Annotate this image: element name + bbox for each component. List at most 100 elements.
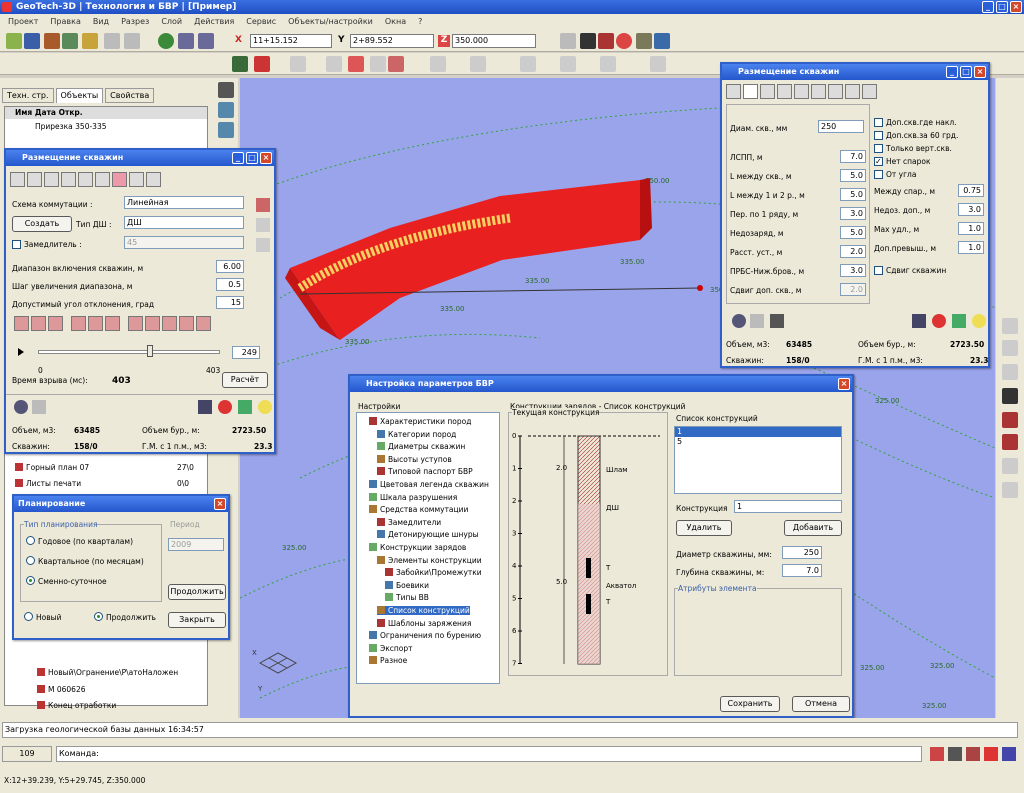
zoom-in-icon[interactable] (178, 33, 194, 49)
hammer-icon[interactable] (770, 314, 784, 328)
action-1-icon[interactable] (14, 316, 29, 331)
tool-f-icon[interactable] (430, 56, 446, 72)
tool-j-icon[interactable] (600, 56, 616, 72)
calculate-button[interactable]: Расчёт (222, 372, 268, 388)
plan-type-radio[interactable] (26, 556, 35, 565)
chart-icon[interactable] (952, 314, 966, 328)
menu-item[interactable]: Проект (8, 14, 38, 30)
tree-item[interactable]: Список конструкций (377, 606, 470, 615)
action-10-icon[interactable] (179, 316, 194, 331)
action-2-icon[interactable] (31, 316, 46, 331)
select-icon[interactable] (218, 102, 234, 118)
close-button[interactable]: × (214, 498, 226, 510)
tree-item[interactable]: Шкала разрушения (369, 492, 457, 502)
pattern-icon[interactable] (743, 84, 758, 99)
line-icon[interactable] (256, 238, 270, 252)
minimize-button[interactable]: _ (232, 152, 244, 164)
delay-select[interactable]: 45 (124, 236, 244, 249)
param-field[interactable]: 7.0 (840, 150, 866, 163)
param-field[interactable]: 3.0 (840, 207, 866, 220)
drill-icon[interactable] (254, 56, 270, 72)
tree-item[interactable]: Цветовая легенда скважин (369, 480, 489, 489)
tool-b-icon[interactable] (326, 56, 342, 72)
wave-icon[interactable] (750, 314, 764, 328)
tree-item[interactable]: Конструкции зарядов (369, 543, 466, 552)
menu-item[interactable]: Разрез (121, 14, 149, 30)
bulb-icon[interactable] (258, 400, 272, 414)
pattern-3-icon[interactable] (777, 84, 792, 99)
grid-icon[interactable] (726, 84, 741, 99)
tool-r1-icon[interactable] (1002, 318, 1018, 334)
tree-item[interactable]: Боевики (385, 580, 429, 590)
param-field[interactable]: 5.0 (840, 188, 866, 201)
param-field[interactable]: 5.0 (840, 226, 866, 239)
z-coord-field[interactable]: 350.000 (452, 34, 536, 48)
tool-r8-icon[interactable] (1002, 482, 1018, 498)
slider-value[interactable]: 249 (232, 346, 260, 359)
tree-item[interactable]: Новый\Огранение\Р\атоНаложен (37, 668, 178, 677)
ortho-icon[interactable] (948, 747, 962, 761)
menu-item[interactable]: Объекты/настройки (288, 14, 373, 30)
close-button[interactable]: × (838, 378, 850, 390)
maximize-button[interactable]: □ (246, 152, 258, 164)
tree-item[interactable]: Листы печати (15, 479, 81, 488)
menu-item[interactable]: Правка (50, 14, 80, 30)
period-select[interactable]: 2009 (168, 538, 224, 551)
range-field[interactable]: 6.00 (216, 260, 244, 273)
pillar-icon[interactable] (78, 172, 93, 187)
move-icon[interactable] (218, 122, 234, 138)
menu-item[interactable]: Сервис (246, 14, 276, 30)
pillar-2-icon[interactable] (95, 172, 110, 187)
schema-select[interactable]: Линейная (124, 196, 244, 209)
chart-icon[interactable] (238, 400, 252, 414)
create-button[interactable]: Создать (12, 216, 72, 232)
tree-item[interactable]: М 060626 (37, 685, 86, 694)
action-6-icon[interactable] (105, 316, 120, 331)
refresh-icon[interactable] (158, 33, 174, 49)
minimize-button[interactable]: _ (982, 1, 994, 13)
action-5-icon[interactable] (88, 316, 103, 331)
param-field[interactable]: 3.0 (958, 203, 984, 216)
tree-item[interactable]: Категории пород (377, 429, 456, 439)
cancel-button[interactable]: Отмена (792, 696, 850, 712)
menu-item[interactable]: Окна (385, 14, 406, 30)
shift-checkbox[interactable] (874, 266, 883, 275)
grid-icon[interactable] (44, 33, 60, 49)
pattern-2-icon[interactable] (44, 172, 59, 187)
option-checkbox[interactable] (874, 131, 883, 140)
tree-item[interactable]: Ограничения по бурению (369, 631, 481, 640)
tool-r5-icon[interactable] (1002, 412, 1018, 428)
tree-item[interactable]: Типовой паспорт БВР (377, 467, 473, 476)
chart-icon[interactable] (129, 172, 144, 187)
tree-item[interactable]: Конец отработки (37, 701, 116, 710)
stop-icon[interactable] (616, 33, 632, 49)
new-radio[interactable] (24, 612, 33, 621)
slider-thumb[interactable] (147, 345, 153, 357)
close-button[interactable]: × (1010, 1, 1022, 13)
sign-icon[interactable] (146, 172, 161, 187)
save-button[interactable]: Сохранить (720, 696, 780, 712)
tree-item[interactable]: Средства коммутации (369, 505, 468, 514)
undo-icon[interactable] (104, 33, 120, 49)
target-icon[interactable] (14, 400, 28, 414)
point-icon[interactable] (984, 747, 998, 761)
tab-objects[interactable]: Объекты (55, 88, 104, 103)
action-9-icon[interactable] (162, 316, 177, 331)
y-coord-field[interactable]: 2+89.552 (350, 34, 434, 48)
action-7-icon[interactable] (128, 316, 143, 331)
tree-item[interactable]: Горный план 07 (15, 463, 89, 472)
plan-type-radio[interactable] (26, 576, 35, 585)
list-icon[interactable] (256, 218, 270, 232)
open-icon[interactable] (6, 33, 22, 49)
tree-item[interactable]: Замедлители (377, 517, 441, 527)
action-8-icon[interactable] (145, 316, 160, 331)
target-icon[interactable] (732, 314, 746, 328)
tool-d-icon[interactable] (370, 56, 386, 72)
tree-item[interactable]: Диаметры скважин (377, 442, 465, 451)
param-field[interactable]: 1.0 (958, 222, 984, 235)
plan-type-radio[interactable] (26, 536, 35, 545)
delete-button[interactable]: Удалить (676, 520, 732, 536)
bulb-icon[interactable] (972, 314, 986, 328)
wave-icon[interactable] (32, 400, 46, 414)
option-checkbox[interactable] (874, 144, 883, 153)
